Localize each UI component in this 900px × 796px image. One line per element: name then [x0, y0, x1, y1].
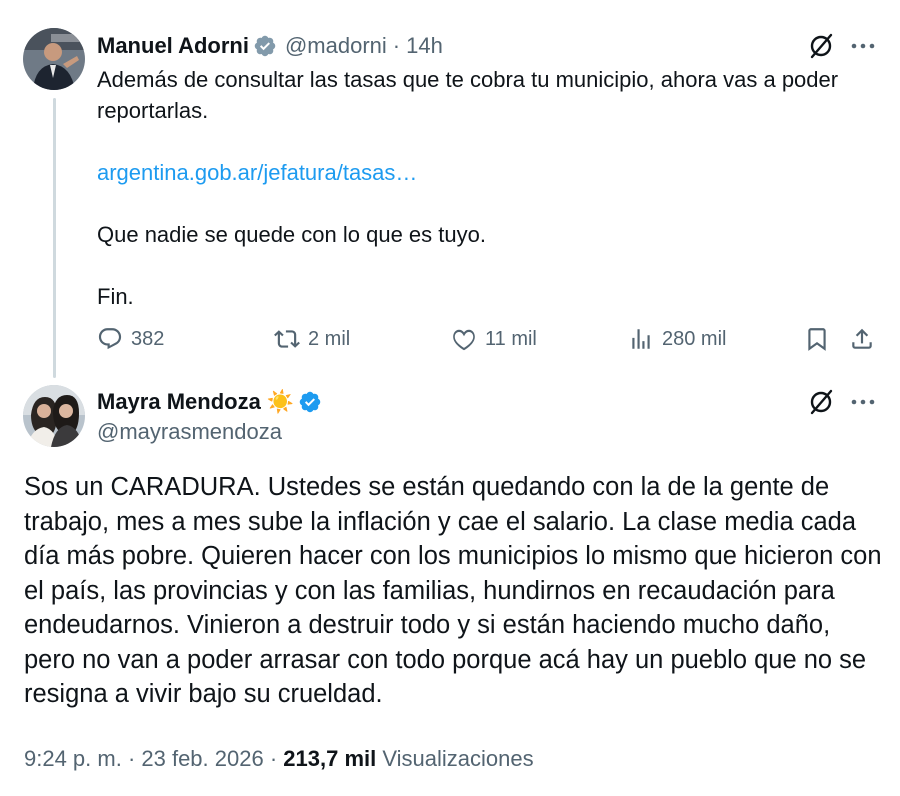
main-tweet-header: Mayra Mendoza ☀️	[97, 386, 322, 418]
tweet-link[interactable]: argentina.gob.ar/jefatura/tasas…	[97, 157, 887, 188]
views-count: 280 mil	[662, 327, 727, 350]
tweet-meta-footer: 9:24 p. m. · 23 feb. 2026 · 213,7 mil Vi…	[24, 746, 534, 772]
more-icon[interactable]	[850, 33, 876, 59]
sun-emoji: ☀️	[266, 389, 295, 414]
heart-icon	[453, 329, 475, 351]
share-icon	[852, 328, 872, 349]
avatar-image	[23, 28, 85, 90]
reply-icon	[98, 328, 122, 350]
repost-count: 2 mil	[308, 327, 351, 350]
views-label: Visualizaciones	[382, 746, 534, 771]
parent-tweet-header: Manuel Adorni @madorni · 14h	[97, 30, 443, 62]
author-handle[interactable]: @madorni	[285, 33, 387, 59]
thread-connector-line	[53, 98, 56, 378]
parent-tweet-action-bar: 382 2 mil 11 mil 280 mil	[97, 322, 887, 356]
meta-separator: ·	[392, 33, 401, 58]
author-name[interactable]: Mayra Mendoza	[97, 389, 261, 415]
tweet-time[interactable]: 14h	[406, 33, 443, 59]
parent-tweet-text: Además de consultar las tasas que te cob…	[97, 64, 887, 312]
repost-icon	[274, 330, 300, 348]
author-name[interactable]: Manuel Adorni	[97, 33, 249, 59]
views-button[interactable]: 280 mil	[628, 322, 726, 356]
bookmark-icon	[808, 328, 826, 351]
tweet-text-line: Que nadie se quede con lo que es tuyo.	[97, 222, 486, 247]
verified-badge-icon[interactable]	[298, 390, 322, 414]
tweet-timestamp[interactable]: 9:24 p. m. · 23 feb. 2026 ·	[24, 746, 277, 771]
share-button[interactable]	[849, 322, 875, 356]
grok-icon[interactable]	[807, 32, 835, 60]
like-button[interactable]: 11 mil	[451, 322, 537, 356]
main-tweet-text: Sos un CARADURA. Ustedes se están quedan…	[24, 473, 882, 708]
avatar-image	[23, 385, 85, 447]
author-handle[interactable]: @mayrasmendoza	[97, 419, 282, 445]
repost-button[interactable]: 2 mil	[274, 322, 350, 356]
tweet-text-line: Fin.	[97, 284, 134, 309]
reply-count: 382	[131, 327, 165, 350]
avatar-manuel-adorni[interactable]	[23, 28, 85, 90]
like-count: 11 mil	[485, 327, 537, 350]
grok-icon[interactable]	[807, 388, 835, 416]
avatar-mayra-mendoza[interactable]	[23, 385, 85, 447]
tweet-text-line: Además de consultar las tasas que te cob…	[97, 67, 839, 123]
verified-badge-icon[interactable]	[253, 34, 277, 58]
views-icon	[632, 329, 650, 349]
views-count: 213,7 mil	[283, 746, 377, 771]
more-icon[interactable]	[850, 389, 876, 415]
reply-button[interactable]: 382	[97, 322, 164, 356]
bookmark-button[interactable]	[804, 322, 830, 356]
